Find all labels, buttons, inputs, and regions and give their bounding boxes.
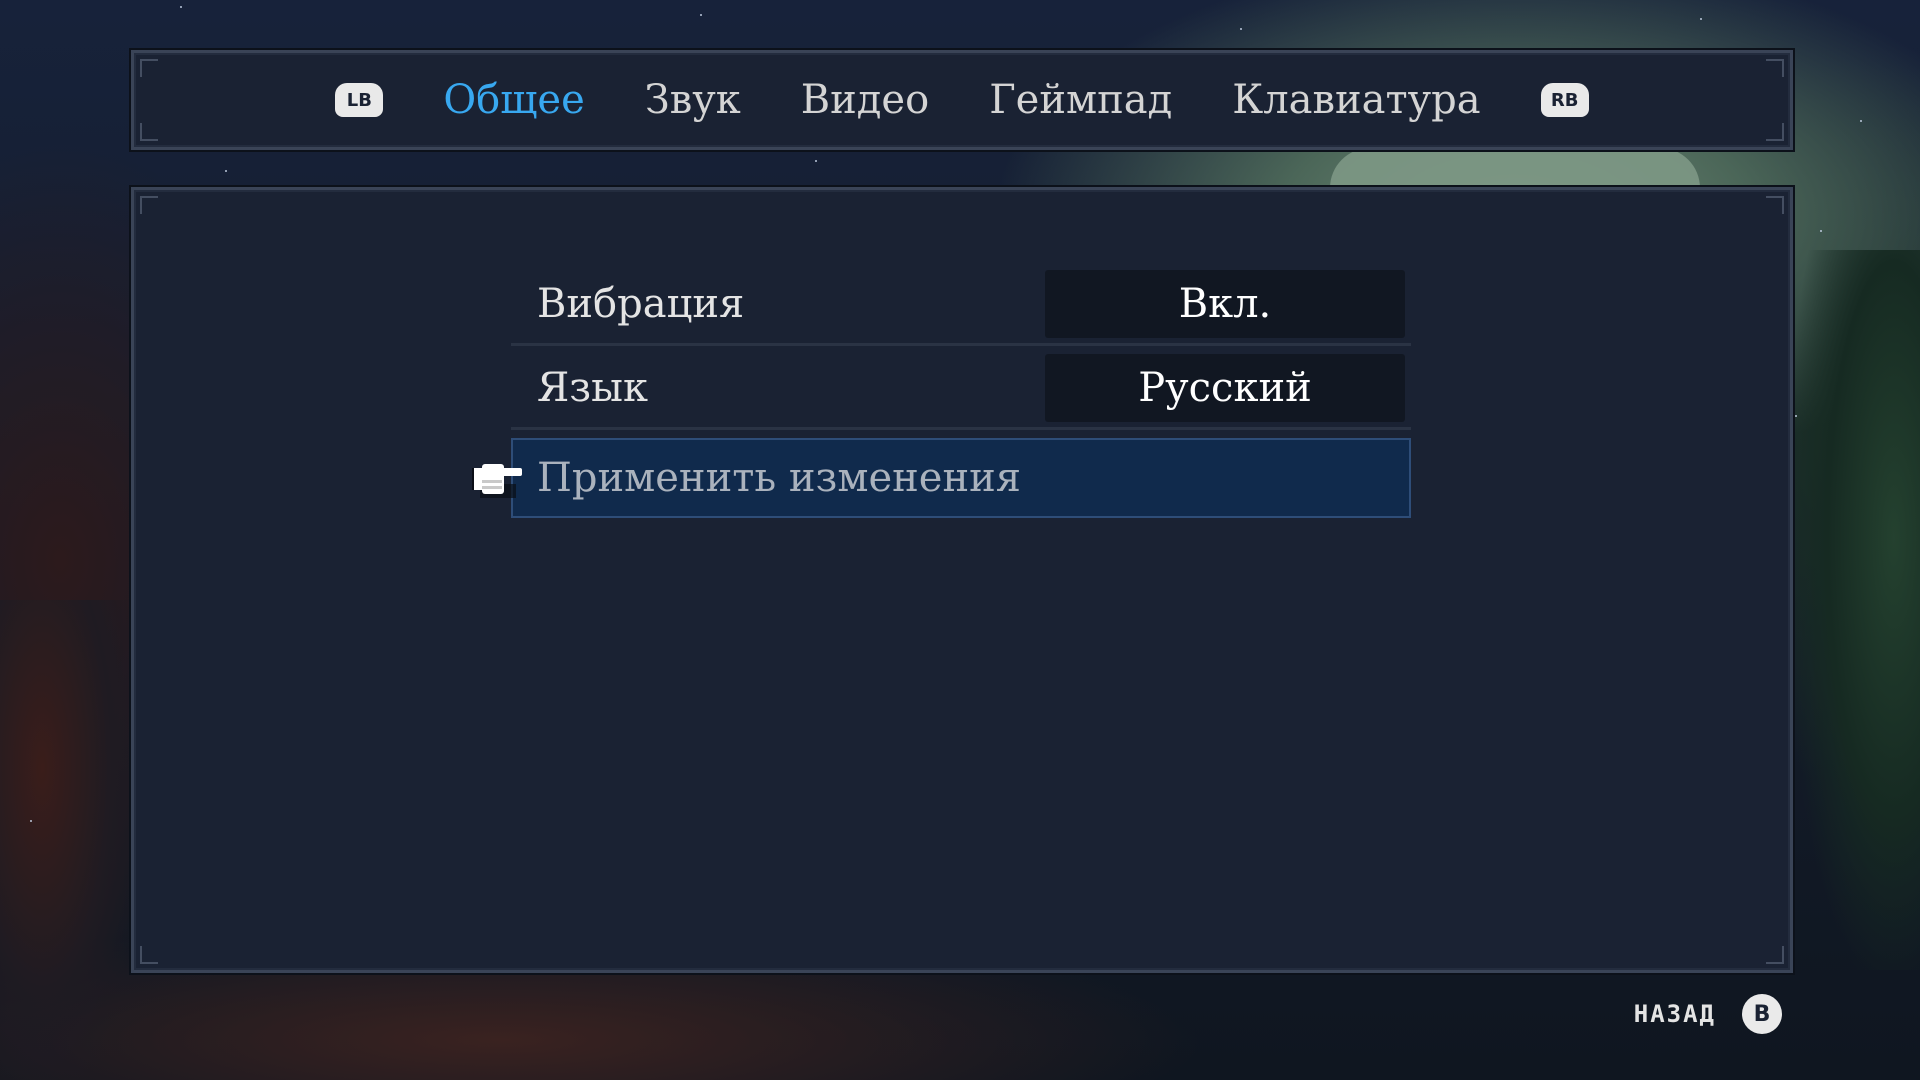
star — [225, 170, 227, 172]
corner-ornament — [1766, 196, 1784, 214]
lb-bumper-icon[interactable]: LB — [335, 83, 384, 117]
tab-general[interactable]: Общее — [413, 53, 614, 147]
apply-changes-button[interactable]: Применить изменения — [511, 438, 1411, 518]
pointing-hand-icon — [472, 464, 522, 498]
corner-ornament — [1766, 946, 1784, 964]
star — [1240, 28, 1242, 30]
corner-ornament — [140, 196, 158, 214]
back-hint[interactable]: НАЗАД B — [1634, 994, 1782, 1034]
language-value[interactable]: Русский — [1045, 354, 1405, 422]
setting-label: Вибрация — [537, 281, 745, 327]
setting-row-vibration[interactable]: Вибрация Вкл. — [511, 265, 1411, 346]
tab-video[interactable]: Видео — [771, 53, 959, 147]
setting-row-language[interactable]: Язык Русский — [511, 349, 1411, 430]
b-button-icon[interactable]: B — [1742, 994, 1782, 1034]
foliage-right — [1790, 250, 1920, 970]
foliage-left — [0, 600, 140, 1080]
corner-ornament — [140, 946, 158, 964]
settings-list: Вибрация Вкл. Язык Русский Применить изм… — [511, 265, 1411, 518]
tab-sound[interactable]: Звук — [615, 53, 771, 147]
settings-tab-bar: LB Общее Звук Видео Геймпад Клавиатура R… — [131, 50, 1793, 150]
vibration-value[interactable]: Вкл. — [1045, 270, 1405, 338]
star — [30, 820, 32, 822]
tab-gamepad[interactable]: Геймпад — [959, 53, 1202, 147]
star — [1820, 230, 1822, 232]
star — [1795, 415, 1797, 417]
tab-keyboard[interactable]: Клавиатура — [1202, 53, 1510, 147]
back-label: НАЗАД — [1633, 1000, 1716, 1028]
star — [1860, 120, 1862, 122]
settings-panel: Вибрация Вкл. Язык Русский Применить изм… — [131, 187, 1793, 973]
star — [1700, 18, 1702, 20]
star — [180, 6, 182, 8]
setting-label: Язык — [537, 365, 648, 411]
moon — [1330, 148, 1700, 188]
rb-bumper-icon[interactable]: RB — [1540, 83, 1589, 117]
star — [815, 160, 817, 162]
apply-changes-label: Применить изменения — [537, 455, 1022, 501]
star — [700, 14, 702, 16]
